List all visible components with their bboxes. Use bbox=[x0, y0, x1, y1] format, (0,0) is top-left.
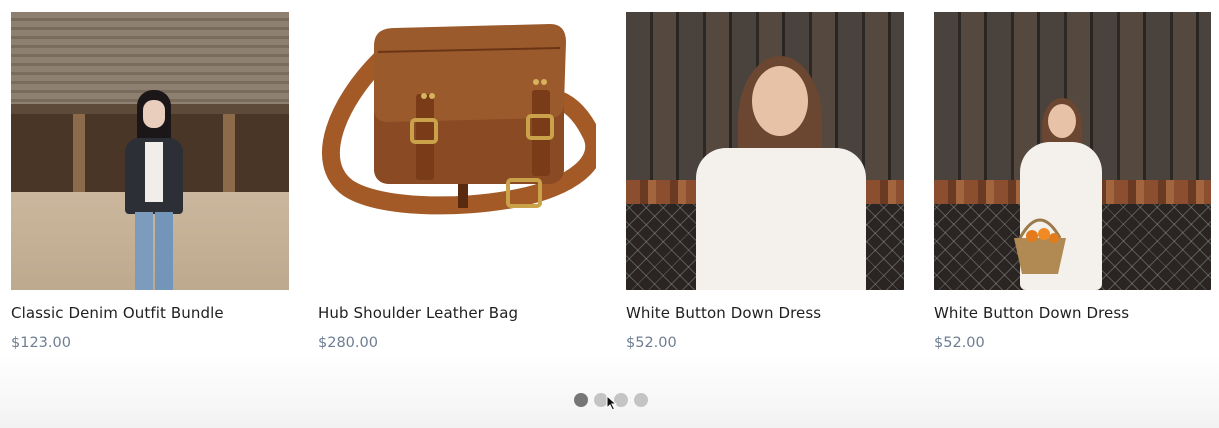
product-price: $52.00 bbox=[626, 335, 677, 351]
basket-icon bbox=[1014, 218, 1066, 274]
product-card[interactable]: Hub Shoulder Leather Bag $280.00 bbox=[318, 12, 596, 353]
model-figure bbox=[119, 90, 189, 290]
product-title[interactable]: White Button Down Dress bbox=[934, 303, 1211, 323]
pagination-dot-4[interactable] bbox=[634, 393, 648, 407]
pagination-dot-1[interactable] bbox=[574, 393, 588, 407]
product-card[interactable]: White Button Down Dress $52.00 bbox=[626, 12, 904, 353]
pagination-dot-3[interactable] bbox=[614, 393, 628, 407]
carousel-pagination bbox=[574, 393, 648, 407]
product-title[interactable]: Hub Shoulder Leather Bag bbox=[318, 303, 596, 323]
product-card[interactable]: Classic Denim Outfit Bundle $123.00 bbox=[11, 12, 289, 353]
model-figure bbox=[696, 56, 866, 290]
pagination-dot-2[interactable] bbox=[594, 393, 608, 407]
product-price: $280.00 bbox=[318, 335, 378, 351]
product-price: $52.00 bbox=[934, 335, 985, 351]
leather-bag-illustration bbox=[322, 24, 596, 215]
product-title[interactable]: White Button Down Dress bbox=[626, 303, 904, 323]
product-image[interactable] bbox=[11, 12, 289, 290]
product-image[interactable] bbox=[934, 12, 1211, 290]
product-card[interactable]: White Button Down Dress $52.00 bbox=[934, 12, 1211, 353]
product-price: $123.00 bbox=[11, 335, 71, 351]
product-image[interactable] bbox=[318, 12, 596, 290]
product-image[interactable] bbox=[626, 12, 904, 290]
product-title[interactable]: Classic Denim Outfit Bundle bbox=[11, 303, 289, 323]
